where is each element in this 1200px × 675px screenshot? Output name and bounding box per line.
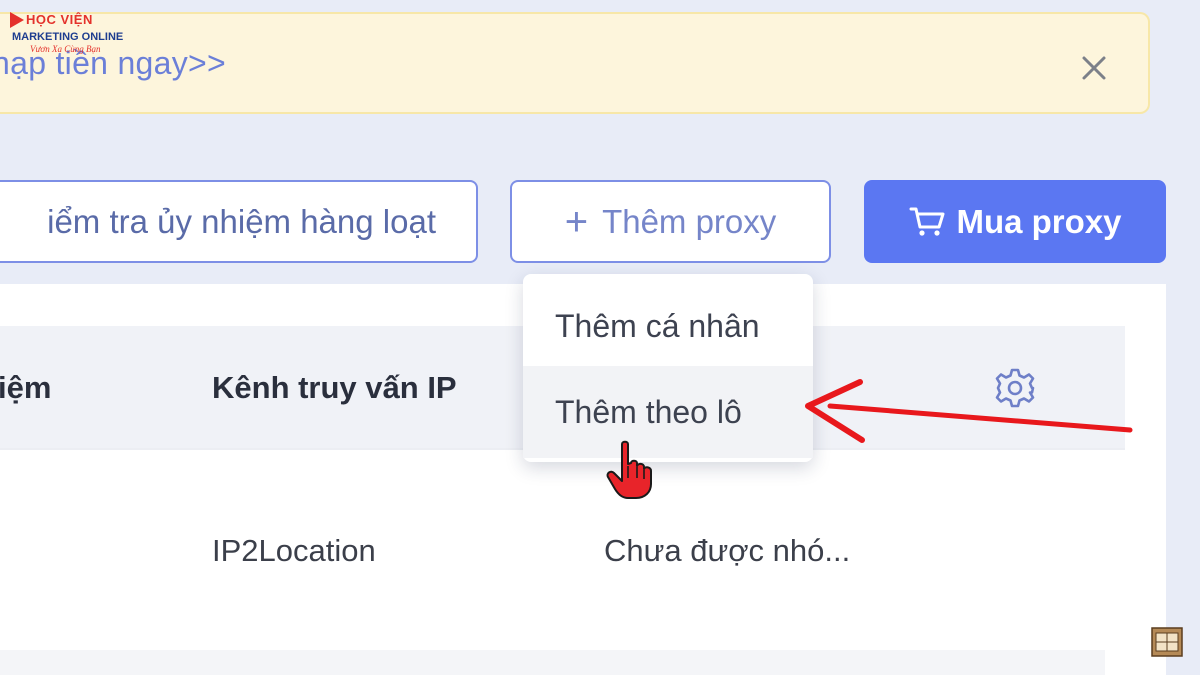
logo-subtitle: MARKETING ONLINE: [12, 31, 124, 43]
menu-item-label: Thêm cá nhân: [555, 307, 760, 344]
logo-title: HỌC VIỆN: [26, 12, 93, 27]
plus-icon: +: [564, 199, 589, 244]
logo-play-icon: [10, 12, 24, 28]
column-header-ip-channel: Kênh truy vấn IP: [212, 370, 457, 405]
arrow-annotation: [805, 379, 1133, 443]
hand-cursor-icon: [606, 440, 652, 499]
bulk-check-label: iểm tra ủy nhiệm hàng loạt: [47, 202, 436, 240]
add-proxy-dropdown: Thêm cá nhân Thêm theo lô: [523, 274, 813, 462]
cell-group: Chưa được nhó...: [604, 533, 851, 568]
bulk-check-button[interactable]: iểm tra ủy nhiệm hàng loạt: [0, 180, 478, 263]
close-icon[interactable]: [1076, 50, 1112, 86]
add-proxy-button[interactable]: + Thêm proxy: [510, 180, 831, 263]
buy-proxy-button[interactable]: Mua proxy: [864, 180, 1166, 263]
table-footer: [0, 650, 1105, 675]
film-icon: [1151, 627, 1183, 657]
menu-item-add-batch[interactable]: Thêm theo lô: [523, 366, 813, 458]
menu-item-label: Thêm theo lô: [555, 393, 742, 430]
buy-proxy-label: Mua proxy: [956, 202, 1122, 240]
column-header-delegation: iệm: [0, 370, 52, 405]
cell-ip-channel: IP2Location: [212, 533, 376, 568]
cart-icon: [909, 207, 945, 236]
logo-tagline: Vươn Xa Cùng Bạn: [30, 44, 101, 54]
menu-item-add-personal[interactable]: Thêm cá nhân: [523, 280, 813, 372]
add-proxy-label: Thêm proxy: [602, 202, 777, 240]
